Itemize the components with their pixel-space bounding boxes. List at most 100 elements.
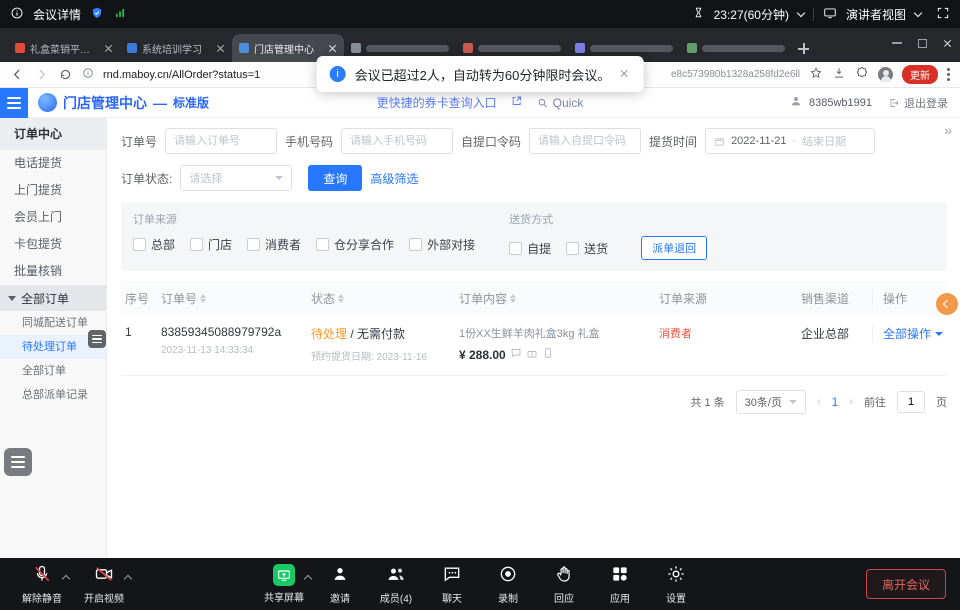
prev-page-icon[interactable]: ‹ <box>817 396 821 408</box>
date-end-placeholder[interactable]: 结束日期 <box>802 133 846 149</box>
checkbox-icon[interactable] <box>409 238 422 251</box>
toast-close-icon[interactable] <box>619 69 630 80</box>
quick-search[interactable]: Quick <box>537 96 584 110</box>
gift-icon[interactable] <box>526 347 538 362</box>
tab-close-icon[interactable] <box>104 44 113 53</box>
share-options-chevron-icon[interactable] <box>304 574 312 582</box>
browser-tab[interactable]: 礼盒菜销平台管理中心 <box>8 34 120 62</box>
coupon-query-link[interactable]: 更快捷的券卡查询入口 <box>377 94 497 111</box>
sidebar-group-all-orders[interactable]: 全部订单 <box>0 285 106 311</box>
camera-options-chevron-icon[interactable] <box>124 574 132 582</box>
tab-close-icon[interactable] <box>328 44 337 53</box>
maximize-icon[interactable] <box>918 39 927 48</box>
apps-button[interactable]: 应用 <box>592 564 648 605</box>
code-input[interactable] <box>529 128 641 154</box>
remark-icon[interactable] <box>510 347 522 362</box>
external-link-icon[interactable] <box>511 95 523 110</box>
chat-button[interactable]: 聊天 <box>424 564 480 605</box>
reaction-button[interactable]: 回应 <box>536 564 592 605</box>
hamburger-menu-icon[interactable] <box>0 88 28 118</box>
sort-icon[interactable] <box>338 294 344 303</box>
minimize-icon[interactable] <box>892 42 902 44</box>
url-text[interactable]: rnd.maboy.cn/AllOrder?status=1 <box>103 69 260 81</box>
timer-dropdown-icon[interactable] <box>797 8 805 16</box>
search-button[interactable]: 查询 <box>308 165 362 191</box>
browser-tab[interactable]: 系统培训学习 <box>120 34 232 62</box>
status-select[interactable]: 请选择 <box>180 165 292 191</box>
col-order-no[interactable]: 订单号 <box>157 290 307 307</box>
view-dropdown-icon[interactable] <box>914 8 922 16</box>
share-screen-button[interactable]: 共享屏幕 <box>256 564 312 605</box>
sort-icon[interactable] <box>510 294 516 303</box>
browser-profile-avatar[interactable] <box>878 67 893 82</box>
phone-input[interactable] <box>341 128 453 154</box>
back-icon[interactable] <box>10 67 25 82</box>
checkbox-delivery[interactable]: 送货 <box>566 240 608 257</box>
invite-button[interactable]: 邀请 <box>312 564 368 605</box>
checkbox-store[interactable]: 门店 <box>190 236 232 253</box>
checkbox-consumer[interactable]: 消费者 <box>247 236 301 253</box>
dispatch-return-button[interactable]: 派单退回 <box>641 236 707 260</box>
new-tab-button[interactable] <box>798 43 809 54</box>
date-start-value[interactable]: 2022-11-21 <box>731 135 786 147</box>
checkbox-self-pickup[interactable]: 自提 <box>509 240 551 257</box>
site-info-icon[interactable] <box>82 67 94 82</box>
checkbox-external[interactable]: 外部对接 <box>409 236 475 253</box>
meeting-details-button[interactable]: 会议详情 <box>33 6 81 23</box>
goto-page-input[interactable] <box>897 391 925 413</box>
checkbox-icon[interactable] <box>247 238 260 251</box>
advanced-filter-link[interactable]: 高级筛选 <box>370 170 418 187</box>
collapse-chevrons-icon[interactable]: » <box>944 122 950 138</box>
mic-options-chevron-icon[interactable] <box>62 574 70 582</box>
page-size-select[interactable]: 30条/页 <box>736 390 806 414</box>
chat-icon <box>442 564 462 587</box>
order-no-value[interactable]: 83859345088979792a <box>161 325 307 339</box>
reload-icon[interactable] <box>58 67 73 82</box>
panel-expand-handle[interactable] <box>936 293 958 315</box>
sort-icon[interactable] <box>200 294 206 303</box>
record-button[interactable]: 录制 <box>480 564 536 605</box>
browser-tab[interactable] <box>680 34 792 62</box>
sidebar-item-phone-pickup[interactable]: 电话提货 <box>0 150 106 177</box>
sidebar-item-door-pickup[interactable]: 上门提货 <box>0 177 106 204</box>
forward-icon[interactable] <box>34 67 49 82</box>
current-page[interactable]: 1 <box>832 395 839 409</box>
checkbox-warehouse-coop[interactable]: 仓分享合作 <box>316 236 394 253</box>
list-panel-toggle[interactable] <box>4 448 32 476</box>
sidebar-item-card-pickup[interactable]: 卡包提货 <box>0 231 106 258</box>
sidebar-item-all-orders[interactable]: 全部订单 <box>0 359 106 383</box>
col-status[interactable]: 状态 <box>307 290 455 307</box>
leave-meeting-button[interactable]: 离开会议 <box>866 569 946 599</box>
phone-icon[interactable] <box>542 347 554 362</box>
members-button[interactable]: 成员(4) <box>368 564 424 605</box>
sidebar-item-hq-dispatch-records[interactable]: 总部派单记录 <box>0 383 106 407</box>
order-no-input[interactable] <box>165 128 277 154</box>
checkbox-icon[interactable] <box>190 238 203 251</box>
extensions-puzzle-icon[interactable] <box>855 66 869 83</box>
checkbox-icon[interactable] <box>316 238 329 251</box>
browser-menu-icon[interactable] <box>947 68 950 81</box>
mute-button[interactable]: 解除静音 <box>14 564 70 605</box>
date-range-picker[interactable]: 2022-11-21 - 结束日期 <box>705 128 875 154</box>
checkbox-icon[interactable] <box>566 242 579 255</box>
next-page-icon[interactable]: › <box>849 396 853 408</box>
checkbox-icon[interactable] <box>133 238 146 251</box>
checkbox-icon[interactable] <box>509 242 522 255</box>
mini-menu-icon[interactable] <box>88 330 106 348</box>
view-mode-button[interactable]: 演讲者视图 <box>846 6 906 23</box>
all-actions-dropdown[interactable]: 全部操作 <box>872 325 946 342</box>
settings-button[interactable]: 设置 <box>648 564 704 605</box>
fullscreen-icon[interactable] <box>936 6 950 23</box>
logout-button[interactable]: 退出登录 <box>888 95 948 111</box>
checkbox-hq[interactable]: 总部 <box>133 236 175 253</box>
bookmark-star-icon[interactable] <box>809 66 823 83</box>
video-button[interactable]: 开启视频 <box>76 564 132 605</box>
tab-close-icon[interactable] <box>216 44 225 53</box>
col-content[interactable]: 订单内容 <box>455 290 655 307</box>
browser-update-button[interactable]: 更新 <box>902 65 938 84</box>
sidebar-item-batch-verify[interactable]: 批量核销 <box>0 258 106 285</box>
download-icon[interactable] <box>832 66 846 83</box>
username[interactable]: 8385wb1991 <box>809 97 872 109</box>
close-window-icon[interactable] <box>943 39 952 48</box>
sidebar-item-member-visit[interactable]: 会员上门 <box>0 204 106 231</box>
